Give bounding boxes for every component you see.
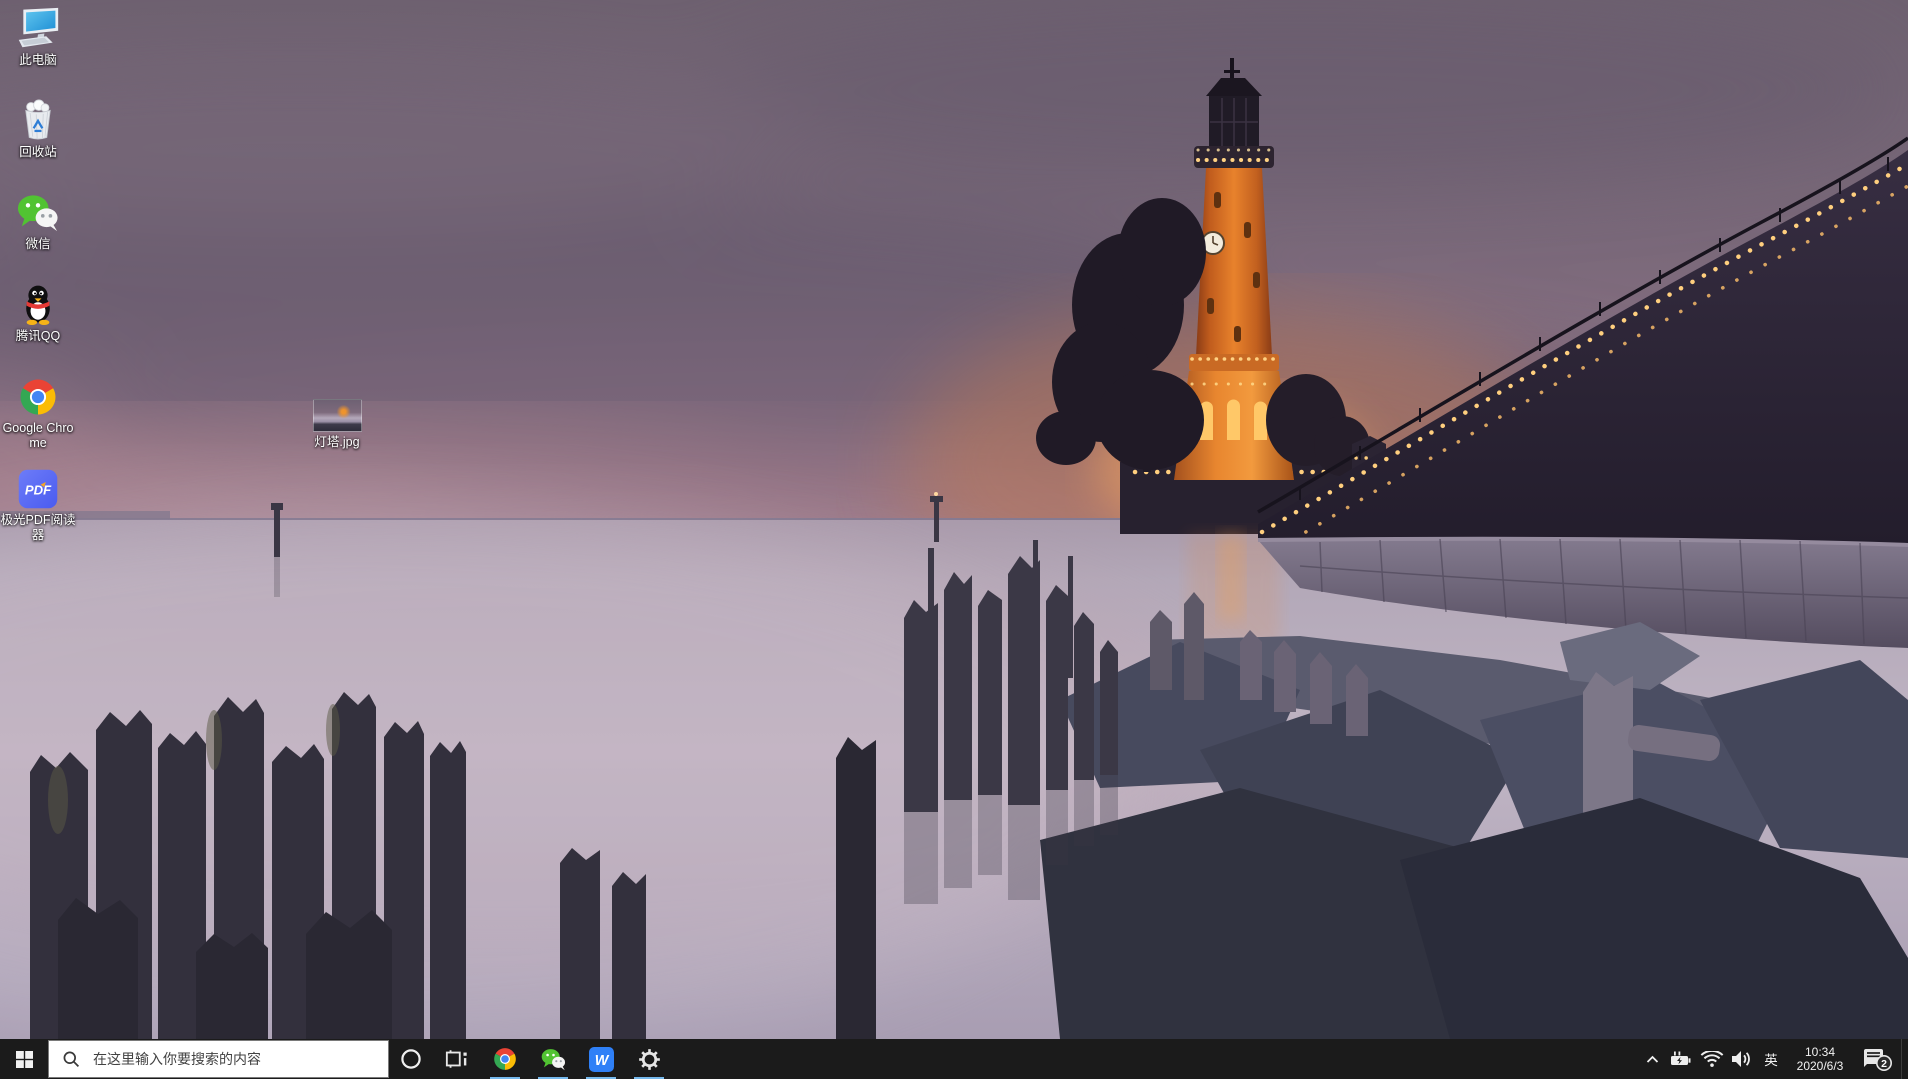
google-chrome-icon: [17, 374, 59, 418]
google-chrome-label: Google Chrome: [0, 421, 76, 451]
tray-overflow-button[interactable]: [1639, 1039, 1665, 1079]
lighthouse-jpg-label: 灯塔.jpg: [314, 435, 359, 450]
svg-text:PDF: PDF: [25, 482, 52, 497]
cortana-button[interactable]: [389, 1039, 433, 1079]
wechat-icon: [15, 190, 61, 234]
desktop-icon-this-pc[interactable]: 此电脑: [0, 6, 76, 68]
aurora-pdf-icon: PDF: [17, 466, 59, 510]
desktop-icon-recycle-bin[interactable]: 回收站: [0, 98, 76, 160]
desktop-icon-aurora-pdf[interactable]: PDF 极光PDF阅读器: [0, 466, 76, 543]
windows-desktop: 此电脑 回收站: [0, 0, 1908, 1079]
taskbar-wechat-button[interactable]: [529, 1039, 577, 1079]
clock-date: 2020/6/3: [1797, 1059, 1844, 1073]
recycle-bin-label: 回收站: [19, 145, 57, 160]
cortana-icon: [400, 1048, 422, 1070]
taskbar: W: [0, 1039, 1908, 1079]
wechat-label: 微信: [25, 237, 50, 252]
aurora-pdf-label: 极光PDF阅读器: [0, 513, 76, 543]
ime-language-label: 英: [1764, 1049, 1778, 1069]
battery-status[interactable]: [1665, 1039, 1697, 1079]
recycle-bin-icon: [17, 98, 59, 142]
taskbar-search[interactable]: [48, 1040, 389, 1078]
this-pc-icon: [16, 6, 60, 50]
taskbar-chrome-button[interactable]: [481, 1039, 529, 1079]
windows-logo-icon: [16, 1051, 33, 1068]
clock-time: 10:34: [1805, 1045, 1835, 1059]
wallpaper-lighthouse-scene: [0, 0, 1908, 1039]
lighthouse-jpg-thumbnail: [313, 388, 362, 432]
ime-indicator[interactable]: 英: [1757, 1039, 1785, 1079]
action-center-button[interactable]: 2: [1855, 1039, 1901, 1079]
taskbar-clock[interactable]: 10:34 2020/6/3: [1785, 1039, 1855, 1079]
taskbar-wps-button[interactable]: W: [577, 1039, 625, 1079]
show-desktop-button[interactable]: [1901, 1039, 1908, 1079]
battery-charging-icon: [1669, 1050, 1693, 1068]
svg-text:W: W: [594, 1052, 609, 1068]
search-input[interactable]: [91, 1050, 375, 1068]
taskbar-settings-button[interactable]: [625, 1039, 673, 1079]
tencent-qq-icon: [17, 282, 59, 326]
wifi-icon: [1700, 1051, 1724, 1068]
notification-badge-count: 2: [1881, 1058, 1887, 1070]
desktop-icon-google-chrome[interactable]: Google Chrome: [0, 374, 76, 451]
desktop-file-lighthouse-jpg[interactable]: 灯塔.jpg: [299, 388, 375, 450]
task-view-icon: [445, 1048, 469, 1070]
this-pc-label: 此电脑: [19, 53, 57, 68]
desktop-icon-tencent-qq[interactable]: 腾讯QQ: [0, 282, 76, 344]
wps-icon: W: [589, 1047, 614, 1072]
gear-icon: [638, 1048, 661, 1071]
notification-icon: 2: [1862, 1046, 1894, 1072]
chevron-up-icon: [1646, 1055, 1659, 1064]
desktop-icon-wechat[interactable]: 微信: [0, 190, 76, 252]
network-status[interactable]: [1697, 1039, 1727, 1079]
system-tray: 英 10:34 2020/6/3 2: [1639, 1039, 1908, 1079]
search-icon: [62, 1050, 81, 1069]
task-view-button[interactable]: [433, 1039, 481, 1079]
speaker-icon: [1731, 1050, 1753, 1068]
volume-status[interactable]: [1727, 1039, 1757, 1079]
chrome-icon: [492, 1046, 518, 1072]
wechat-icon: [540, 1047, 567, 1072]
tencent-qq-label: 腾讯QQ: [16, 329, 60, 344]
start-button[interactable]: [0, 1039, 48, 1079]
